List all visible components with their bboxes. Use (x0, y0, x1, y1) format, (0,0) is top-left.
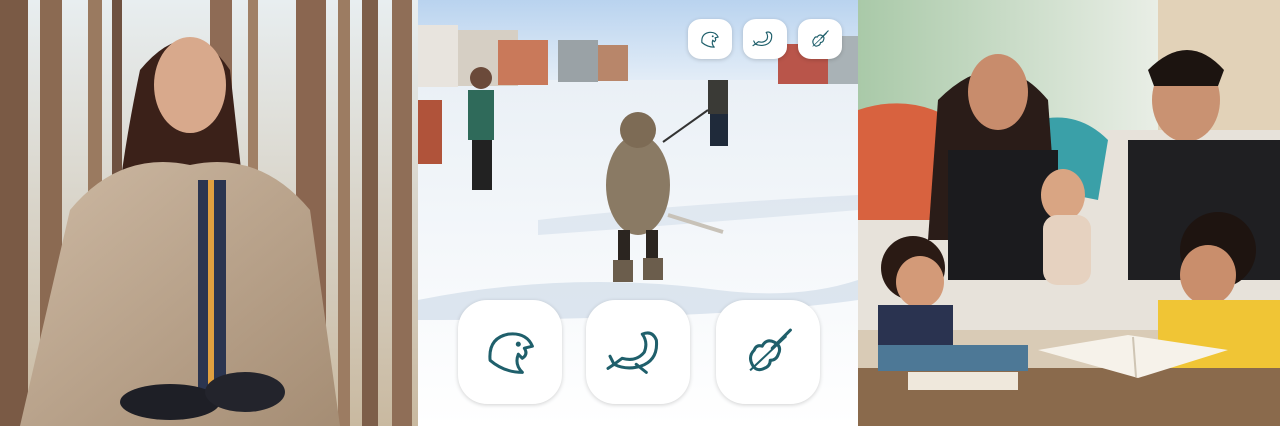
woman-in-forest-photo (0, 0, 418, 426)
child-playing-street-hockey-photo (418, 0, 858, 426)
eagle-badge (458, 300, 562, 404)
whale-icon (606, 331, 658, 374)
fiddle-badge (716, 300, 820, 404)
family-reading-together-photo (858, 0, 1280, 426)
fiddle-icon (748, 328, 792, 371)
whale-icon (752, 31, 773, 46)
forest-scene (0, 0, 418, 426)
fiddle-badge-small (798, 19, 842, 59)
eagle-icon (701, 31, 720, 48)
whale-badge (586, 300, 690, 404)
living-room-scene (858, 0, 1280, 426)
eagle-badge-small (688, 19, 732, 59)
eagle-icon (488, 332, 534, 374)
photo-banner (0, 0, 1280, 426)
whale-badge-small (743, 19, 787, 59)
fiddle-icon (812, 29, 830, 47)
